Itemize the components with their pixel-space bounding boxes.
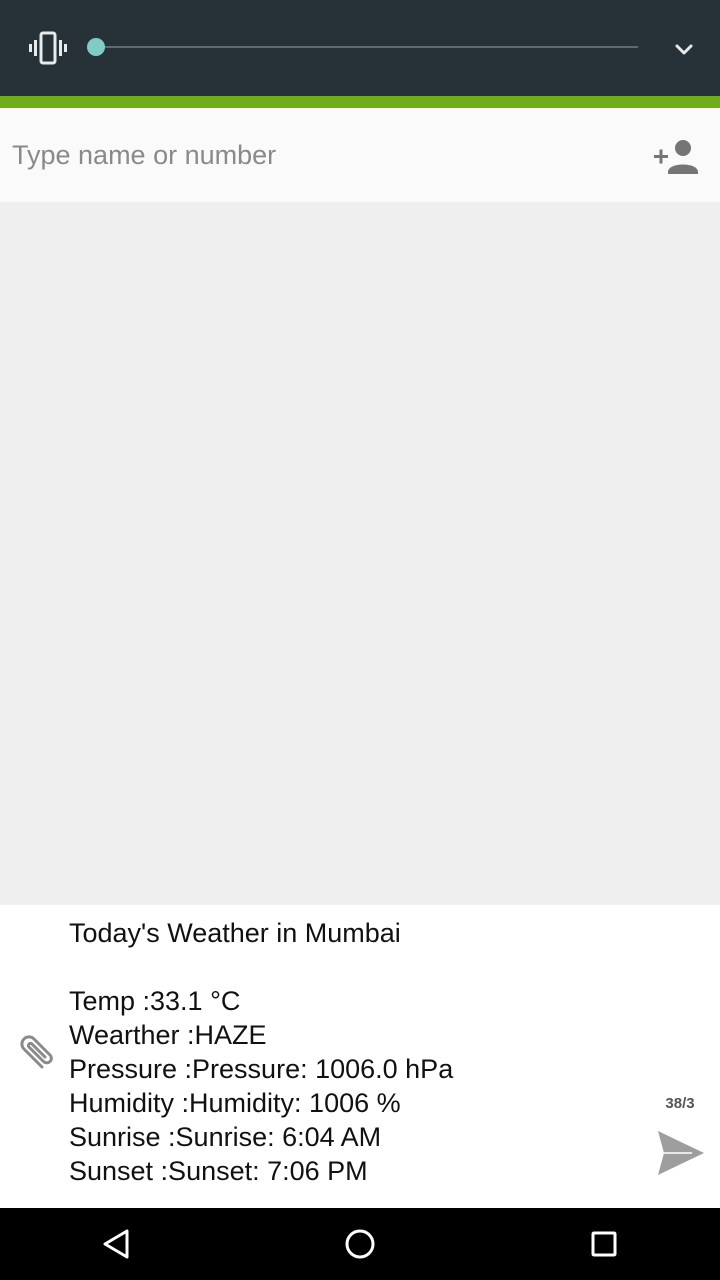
volume-panel (0, 0, 720, 96)
messaging-screen: Today's Weather in Mumbai Temp :33.1 °C … (0, 0, 720, 1280)
send-icon[interactable] (652, 1127, 708, 1179)
home-icon[interactable] (340, 1226, 380, 1262)
volume-slider-thumb[interactable] (87, 38, 105, 56)
volume-slider[interactable] (86, 37, 638, 57)
chevron-down-icon[interactable] (670, 36, 698, 64)
message-line: Sunset :Sunset: 7:06 PM (69, 1156, 368, 1186)
navigation-bar (0, 1208, 720, 1280)
add-contact-icon[interactable] (650, 136, 700, 176)
message-line (69, 950, 639, 984)
back-icon[interactable] (97, 1226, 137, 1262)
vibrate-icon[interactable] (28, 29, 68, 67)
message-input[interactable]: Today's Weather in Mumbai Temp :33.1 °C … (69, 916, 639, 1188)
char-counter: 38/3 (665, 1095, 695, 1112)
message-line: Temp :33.1 °C (69, 986, 241, 1016)
paperclip-icon[interactable] (12, 1033, 56, 1077)
compose-area: Today's Weather in Mumbai Temp :33.1 °C … (0, 905, 720, 1208)
recipient-input[interactable] (12, 132, 632, 178)
message-line: Today's Weather in Mumbai (69, 918, 401, 948)
message-line: Pressure :Pressure: 1006.0 hPa (69, 1054, 454, 1084)
recents-icon[interactable] (584, 1226, 624, 1262)
message-line: Humidity :Humidity: 1006 % (69, 1088, 401, 1118)
message-line: Sunrise :Sunrise: 6:04 AM (69, 1122, 382, 1152)
toolbar-accent-bar (0, 96, 720, 108)
conversation-area (0, 202, 720, 905)
message-line: Wearther :HAZE (69, 1020, 267, 1050)
volume-slider-track (96, 46, 638, 48)
recipient-row (0, 108, 720, 202)
